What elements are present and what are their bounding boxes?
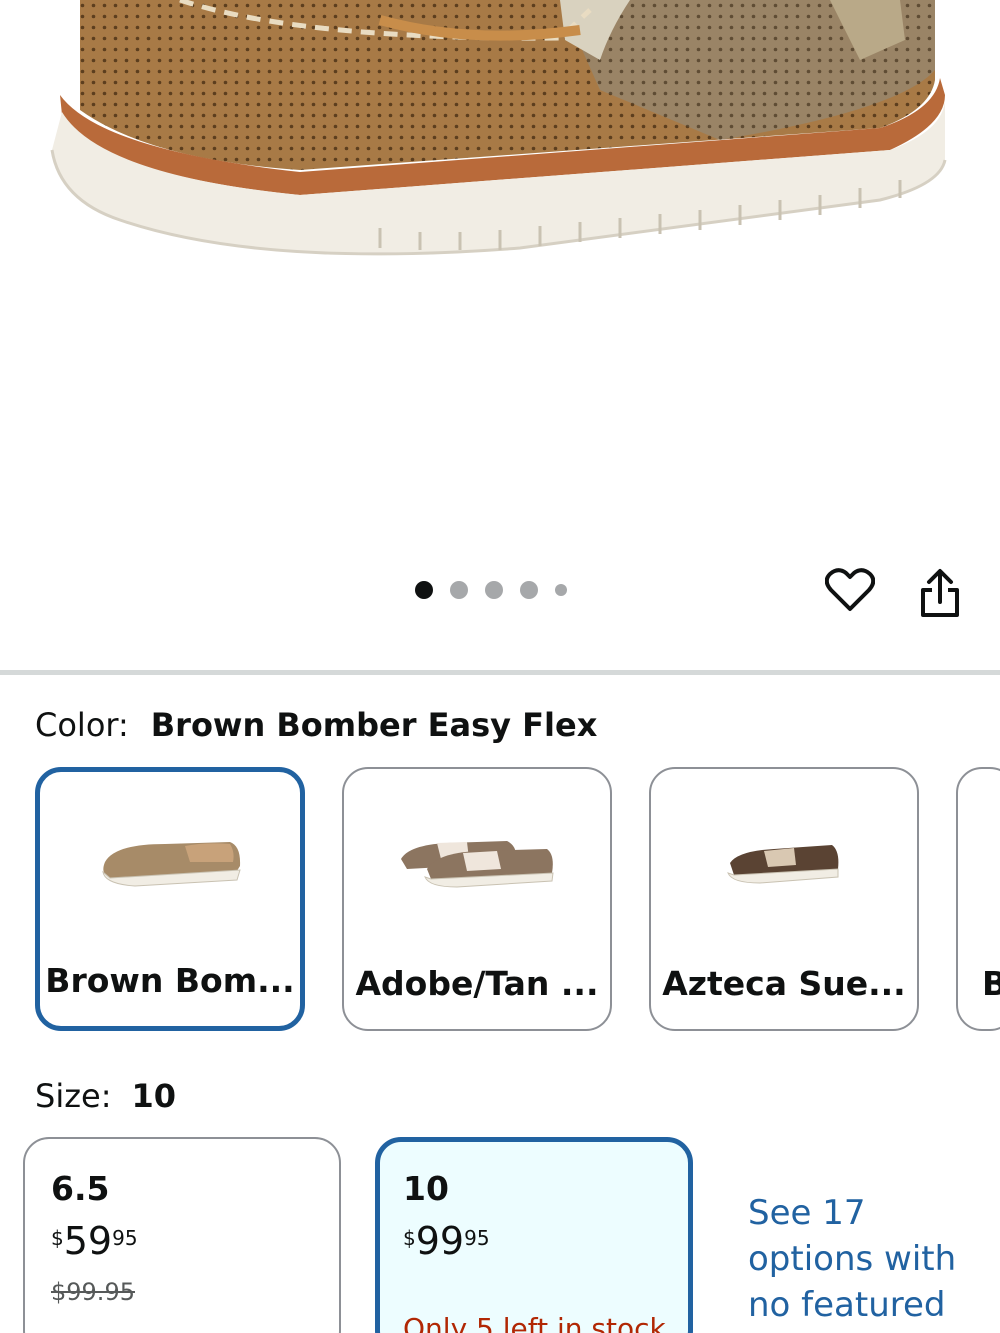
swatch-shoe-image [727, 845, 839, 884]
color-swatch-partial[interactable]: B [956, 767, 1000, 1031]
size-price: $ 59 95 [51, 1219, 138, 1263]
color-swatch-list: Brown Bom... Adobe/Tan ... Azteca Sue...… [0, 767, 1000, 1037]
carousel-dot[interactable] [450, 581, 468, 599]
swatch-label: Adobe/Tan ... [355, 964, 599, 1003]
selected-color: Brown Bomber Easy Flex [150, 706, 598, 744]
swatch-shoe-image [401, 841, 554, 888]
color-swatch-brown-bomber[interactable]: Brown Bom... [35, 767, 305, 1031]
color-swatch-azteca-suede[interactable]: Azteca Sue... [649, 767, 919, 1031]
size-selection-header: Size: 10 [35, 1077, 176, 1115]
product-image[interactable] [0, 0, 1000, 560]
carousel-dot-active[interactable] [415, 581, 433, 599]
size-label: Size: [35, 1077, 112, 1115]
size-price: $ 99 95 [403, 1219, 490, 1263]
section-divider [0, 670, 1000, 675]
stock-warning: Only 5 left in stock [403, 1312, 666, 1333]
size-value: 6.5 [51, 1169, 110, 1208]
swatch-label: B [982, 964, 1000, 1003]
swatch-shoe-image [102, 842, 241, 887]
image-carousel-dots[interactable] [415, 581, 567, 599]
share-icon [921, 569, 959, 617]
size-value: 10 [403, 1169, 449, 1208]
see-more-options-link[interactable]: See 17 options with no featured [748, 1190, 988, 1328]
selected-size: 10 [131, 1077, 176, 1115]
carousel-dot[interactable] [485, 581, 503, 599]
size-option-10[interactable]: 10 $ 99 95 Only 5 left in stock [375, 1137, 693, 1333]
swatch-label: Brown Bom... [45, 961, 295, 1000]
carousel-dot[interactable] [555, 584, 567, 596]
swatch-label: Azteca Sue... [662, 964, 906, 1003]
heart-icon [825, 568, 875, 611]
carousel-dot[interactable] [520, 581, 538, 599]
share-button[interactable] [910, 563, 970, 623]
list-price: $99.95 [51, 1278, 135, 1306]
color-selection-header: Color: Brown Bomber Easy Flex [35, 706, 597, 744]
size-option-6-5[interactable]: 6.5 $ 59 95 $99.95 [23, 1137, 341, 1333]
color-swatch-adobe-tan[interactable]: Adobe/Tan ... [342, 767, 612, 1031]
wishlist-button[interactable] [820, 560, 880, 620]
color-label: Color: [35, 706, 129, 744]
